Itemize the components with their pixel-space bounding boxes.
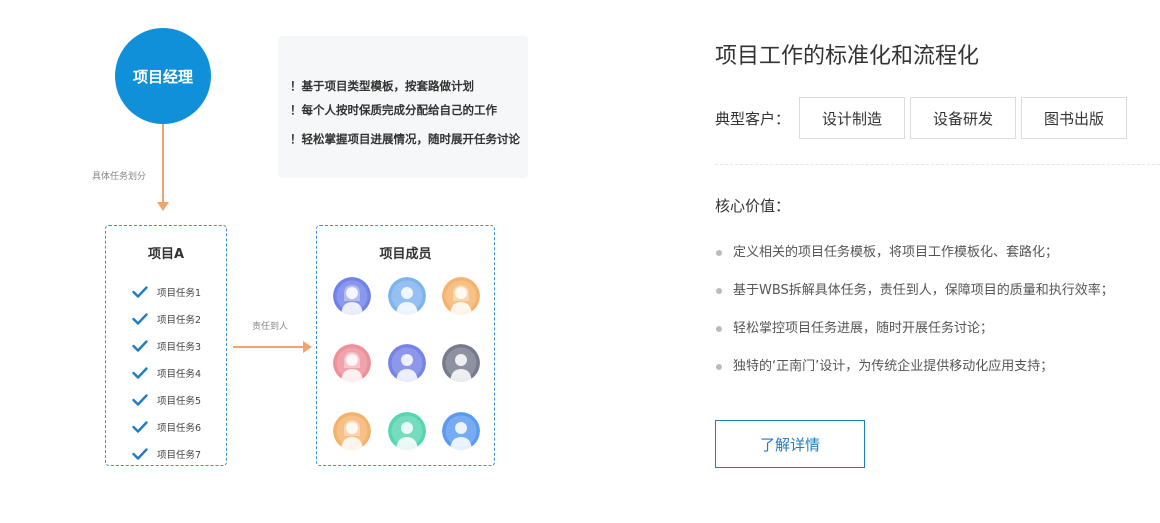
task-label: 项目任务6 [157, 422, 202, 434]
info-line: ！每个人按时保质完成分配给自己的工作 [290, 103, 497, 117]
member-avatar [388, 277, 426, 315]
value-item: 基于WBS拆解具体任务，责任到人，保障项目的质量和执行效率； [715, 281, 1114, 319]
member-avatar [442, 277, 480, 315]
member-avatar [442, 344, 480, 382]
divider [715, 164, 1160, 165]
assign-arrow-line [233, 346, 305, 348]
person-male-icon [388, 344, 426, 382]
project-manager-node: 项目经理 [115, 28, 211, 124]
task-label: 项目任务2 [157, 314, 202, 326]
values-label: 核心价值： [715, 197, 791, 215]
project-title: 项目A [147, 247, 185, 262]
person-female-icon [442, 277, 480, 315]
member-avatar [333, 277, 371, 315]
task-label: 项目任务7 [157, 449, 202, 461]
members-box: 项目成员 [316, 225, 495, 466]
person-male-icon [388, 277, 426, 315]
section-title: 项目工作的标准化和流程化 [715, 44, 980, 69]
check-icon [132, 312, 148, 325]
value-text: 轻松掌控项目任务进展，随时开展任务讨论； [733, 321, 994, 336]
customers-label: 典型客户： [715, 110, 791, 128]
check-icon [132, 285, 148, 298]
check-icon [132, 447, 148, 460]
bullet-icon [716, 288, 722, 294]
bullet-icon [716, 326, 722, 332]
value-item: 定义相关的项目任务模板，将项目工作模板化、套路化； [715, 243, 1114, 281]
members-title: 项目成员 [379, 247, 432, 262]
check-icon [132, 366, 148, 379]
split-arrow-line [162, 124, 164, 204]
bullet-icon [716, 364, 722, 370]
check-icon [132, 393, 148, 406]
task-label: 项目任务5 [157, 395, 202, 407]
info-line: ！基于项目类型模板，按套路做计划 [290, 79, 474, 93]
member-avatar [388, 412, 426, 450]
value-text: 定义相关的项目任务模板，将项目工作模板化、套路化； [733, 245, 1059, 260]
info-line: ！轻松掌握项目进展情况，随时展开任务讨论 [290, 132, 520, 146]
task-item: 项目任务4 [132, 359, 201, 386]
task-item: 项目任务6 [132, 413, 201, 440]
task-item: 项目任务7 [132, 440, 201, 467]
value-item: 轻松掌控项目任务进展，随时开展任务讨论； [715, 319, 1114, 357]
assign-label: 责任到人 [252, 322, 289, 332]
project-box: 项目A 项目任务1 项目任务2 项目任务3 项目任务4 项目任务5 项目任务6 … [105, 225, 227, 466]
task-list: 项目任务1 项目任务2 项目任务3 项目任务4 项目任务5 项目任务6 项目任务… [132, 278, 201, 467]
arrow-right-icon [303, 341, 312, 353]
person-female-icon [333, 412, 371, 450]
task-label: 项目任务1 [157, 287, 202, 299]
member-avatar [442, 412, 480, 450]
bullet-icon [716, 250, 722, 256]
project-manager-label: 项目经理 [132, 67, 193, 86]
task-label: 项目任务3 [157, 341, 202, 353]
task-item: 项目任务1 [132, 278, 201, 305]
value-item: 独特的‘正南门’设计，为传统企业提供移动化应用支持； [715, 357, 1114, 395]
person-male-icon [442, 412, 480, 450]
value-list: 定义相关的项目任务模板，将项目工作模板化、套路化； 基于WBS拆解具体任务，责任… [715, 243, 1114, 395]
task-label: 项目任务4 [157, 368, 202, 380]
task-item: 项目任务5 [132, 386, 201, 413]
person-female-icon [333, 277, 371, 315]
value-text: 独特的‘正南门’设计，为传统企业提供移动化应用支持； [733, 359, 1054, 374]
learn-more-button[interactable]: 了解详情 [715, 420, 865, 468]
person-female-icon [333, 344, 371, 382]
person-male-icon [388, 412, 426, 450]
customer-tag[interactable]: 设计制造 [799, 97, 905, 139]
info-box: ！基于项目类型模板，按套路做计划 ！每个人按时保质完成分配给自己的工作 ！轻松掌… [278, 36, 528, 178]
customer-tag[interactable]: 图书出版 [1021, 97, 1127, 139]
split-label: 具体任务划分 [92, 172, 147, 182]
task-item: 项目任务3 [132, 332, 201, 359]
person-male-icon [442, 344, 480, 382]
task-item: 项目任务2 [132, 305, 201, 332]
check-icon [132, 420, 148, 433]
member-avatar [333, 344, 371, 382]
value-text: 基于WBS拆解具体任务，责任到人，保障项目的质量和执行效率； [733, 283, 1114, 298]
customer-tag[interactable]: 设备研发 [910, 97, 1016, 139]
member-avatar [388, 344, 426, 382]
check-icon [132, 339, 148, 352]
arrow-down-icon [157, 202, 169, 211]
member-avatar [333, 412, 371, 450]
